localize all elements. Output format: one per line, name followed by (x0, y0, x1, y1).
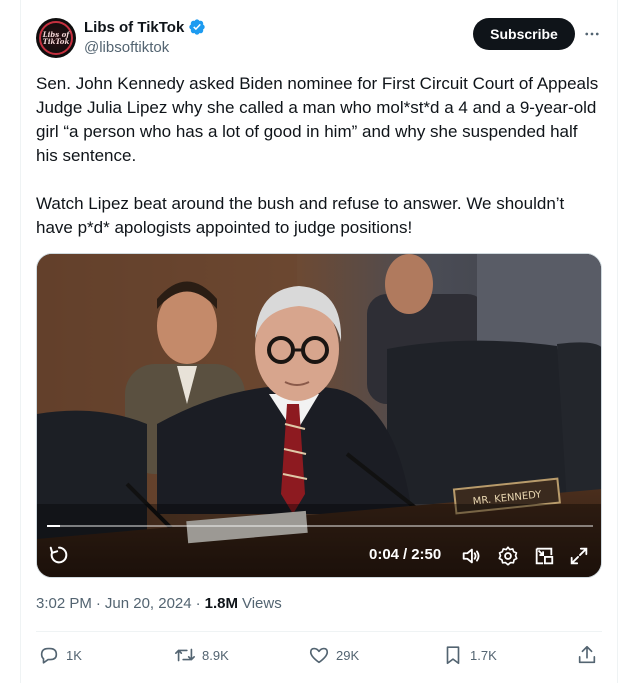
author-name-row[interactable]: Libs of TikTok (84, 18, 206, 36)
actions-divider (36, 631, 602, 632)
reply-button[interactable]: 1K (38, 644, 82, 666)
video-progress-bar[interactable] (47, 525, 593, 527)
views-count[interactable]: 1.8M (205, 595, 238, 612)
more-options-button[interactable] (580, 22, 604, 46)
tweet-date[interactable]: Jun 20, 2024 (105, 595, 192, 612)
repost-button[interactable]: 8.9K (174, 644, 229, 666)
share-icon (578, 645, 596, 664)
video-duration: 2:50 (411, 546, 442, 563)
reply-count: 1K (66, 647, 82, 663)
replay-icon[interactable] (48, 544, 70, 566)
tweet-meta: 3:02 PM · Jun 20, 2024 · 1.8M Views (36, 595, 282, 612)
video-current-time: 0:04 (369, 546, 400, 563)
author-display-name[interactable]: Libs of TikTok (84, 19, 184, 36)
subscribe-button[interactable]: Subscribe (473, 18, 575, 50)
like-button[interactable]: 29K (308, 644, 359, 666)
volume-icon[interactable] (460, 545, 482, 567)
settings-icon[interactable] (497, 545, 519, 567)
views-label: Views (241, 595, 282, 612)
tweet-time[interactable]: 3:02 PM (36, 595, 92, 612)
avatar-logo-text: Libs of TikTok (42, 30, 70, 46)
bookmark-icon (446, 646, 460, 665)
tweet-paragraph-2: Watch Lipez beat around the bush and ref… (36, 194, 570, 237)
like-count: 29K (336, 647, 360, 663)
tweet-paragraph-1: Sen. John Kennedy asked Biden nominee fo… (36, 74, 603, 165)
meta-separator: · (195, 595, 201, 612)
repost-count: 8.9K (202, 647, 229, 663)
share-button[interactable] (576, 644, 598, 666)
more-horizontal-icon (585, 32, 599, 36)
avatar[interactable]: Libs of TikTok (36, 18, 76, 58)
author-handle[interactable]: @libsoftiktok (84, 39, 169, 56)
video-frame: MR. KENNEDY (37, 254, 601, 577)
picture-in-picture-icon[interactable] (533, 545, 555, 567)
video-progress-fill (47, 525, 61, 527)
bookmark-button[interactable]: 1.7K (442, 644, 497, 666)
meta-separator: · (95, 595, 101, 612)
timeline-border-left (20, 0, 21, 683)
verified-badge-icon[interactable] (188, 18, 206, 36)
video-time-separator: / (403, 546, 408, 563)
video-time-readout: 0:04 / 2:50 (369, 546, 441, 563)
reply-icon (40, 647, 58, 664)
fullscreen-icon[interactable] (568, 545, 590, 567)
tweet-text: Sen. John Kennedy asked Biden nominee fo… (36, 72, 602, 240)
timeline-border-right (617, 0, 618, 683)
repost-icon (175, 648, 195, 662)
bookmark-count: 1.7K (470, 647, 497, 663)
video-player[interactable]: MR. KENNEDY 0:04 / 2:50 (36, 253, 602, 578)
heart-icon (309, 647, 329, 664)
